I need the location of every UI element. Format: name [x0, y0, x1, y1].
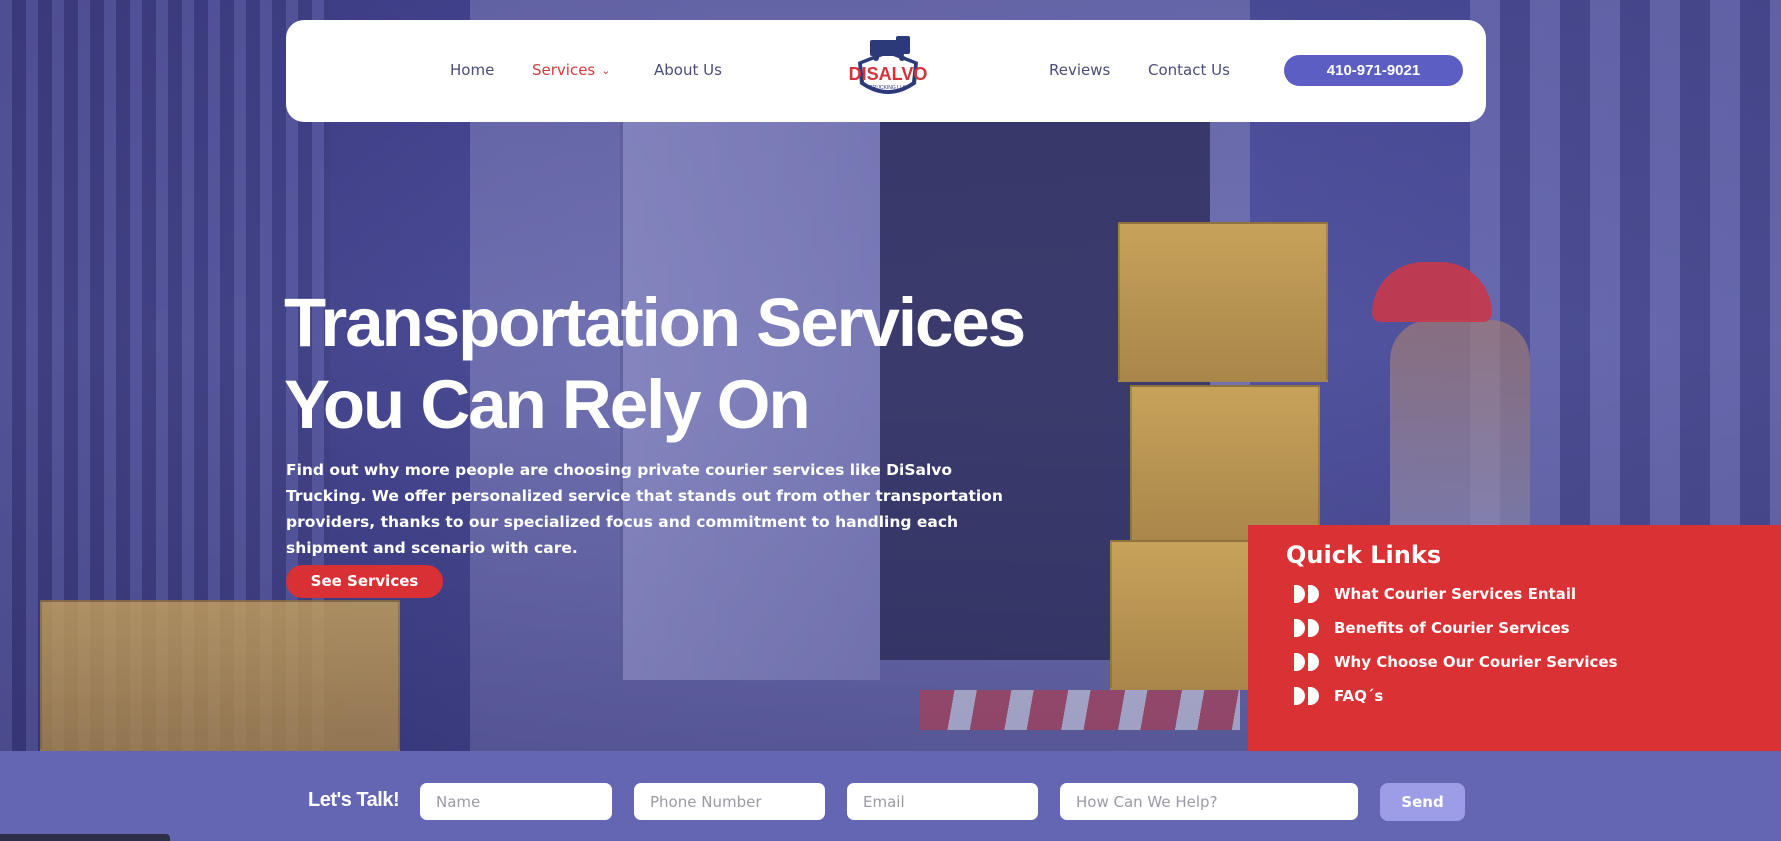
quick-link-label: Benefits of Courier Services: [1334, 619, 1570, 637]
hero-description: Find out why more people are choosing pr…: [286, 461, 1003, 557]
background-courier-person: [1390, 320, 1530, 550]
nav-about-us[interactable]: About Us: [654, 61, 722, 79]
nav-services-label: Services: [532, 61, 596, 79]
background-box: [1118, 222, 1328, 382]
quick-link-item[interactable]: Why Choose Our Courier Services: [1294, 651, 1618, 673]
background-box: [1130, 385, 1320, 545]
quick-link-item[interactable]: Benefits of Courier Services: [1294, 617, 1570, 639]
double-arrow-icon: [1294, 653, 1322, 671]
quick-link-item[interactable]: What Courier Services Entail: [1294, 583, 1576, 605]
quick-link-label: What Courier Services Entail: [1334, 585, 1577, 603]
chevron-down-icon: ⌄: [601, 64, 611, 77]
status-bar-tooltip: [0, 834, 170, 841]
phone-input[interactable]: [634, 783, 825, 820]
quick-link-item[interactable]: FAQ´s: [1294, 685, 1383, 707]
nav-home[interactable]: Home: [450, 61, 494, 79]
see-services-button[interactable]: See Services: [286, 565, 443, 598]
contact-form-bar: Let's Talk! Send: [0, 751, 1781, 841]
email-input[interactable]: [847, 783, 1038, 820]
background-box: [40, 600, 400, 751]
nav-reviews[interactable]: Reviews: [1049, 61, 1110, 79]
hero-title-line2: You Can Rely On: [284, 366, 811, 443]
quick-links-panel: Quick Links What Courier Services Entail…: [1248, 525, 1781, 751]
hero-title-line1: Transportation Services: [284, 284, 1026, 361]
message-input[interactable]: [1060, 783, 1358, 820]
svg-text:DISALVO: DISALVO: [849, 64, 928, 84]
hero-title: Transportation Services You Can Rely On: [284, 282, 1084, 446]
background-truck-bumper: [920, 690, 1240, 730]
nav-contact-us[interactable]: Contact Us: [1148, 61, 1230, 79]
site-header: Home Services ⌄ About Us DISALVO TRUCKING…: [286, 20, 1486, 122]
send-button[interactable]: Send: [1380, 783, 1465, 821]
nav-services[interactable]: Services ⌄: [532, 61, 610, 79]
name-input[interactable]: [420, 783, 612, 820]
double-arrow-icon: [1294, 687, 1322, 705]
double-arrow-icon: [1294, 619, 1322, 637]
svg-text:TRUCKING LLC: TRUCKING LLC: [870, 85, 907, 91]
disalvo-logo[interactable]: DISALVO TRUCKING LLC: [848, 32, 928, 108]
quick-link-label: Why Choose Our Courier Services: [1334, 653, 1618, 671]
quick-link-label: FAQ´s: [1334, 687, 1384, 705]
phone-button[interactable]: 410-971-9021: [1284, 55, 1463, 86]
lets-talk-heading: Let's Talk!: [308, 789, 400, 811]
double-arrow-icon: [1294, 585, 1322, 603]
quick-links-title: Quick Links: [1286, 541, 1442, 569]
